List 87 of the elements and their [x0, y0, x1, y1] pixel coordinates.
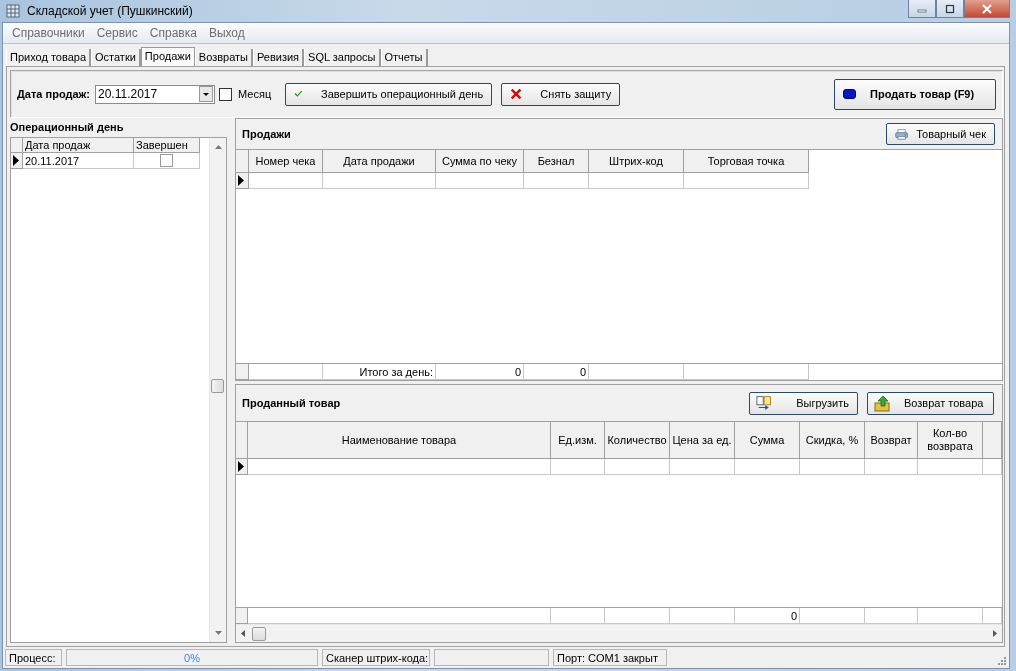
scroll-thumb[interactable] [252, 626, 266, 641]
checkbox-label: Месяц [238, 88, 272, 100]
column-header[interactable]: Дата продажи [323, 150, 436, 173]
column-header[interactable]: Штрих-код [589, 150, 684, 173]
status-text: Порт: COM1 закрыт [553, 649, 667, 666]
window-title: Складской учет (Пушкинский) [27, 4, 193, 18]
remove-protection-button[interactable]: Снять защиту [501, 82, 621, 106]
finish-day-button[interactable]: Завершить операционный день [285, 82, 493, 106]
date-dropdown[interactable]: 20.11.2017 [95, 84, 215, 104]
cross-icon [510, 87, 523, 101]
menu-item[interactable]: Справка [144, 26, 204, 40]
column-header[interactable]: Дата продаж [23, 138, 134, 153]
panel-title: Продажи [242, 128, 291, 140]
scroll-up-icon[interactable] [213, 144, 223, 150]
app-icon [6, 4, 20, 18]
column-header[interactable]: Сумма по чеку [436, 150, 524, 173]
column-header[interactable]: Скидка, % [800, 422, 865, 459]
panel-title: Проданный товар [242, 397, 341, 409]
column-header[interactable]: Ед.изм. [551, 422, 605, 459]
square-icon [843, 89, 856, 99]
table-cell [670, 608, 735, 624]
box-arrow-icon [874, 394, 892, 412]
column-header[interactable]: Наименование товара [248, 422, 551, 459]
menu-item[interactable]: Выход [203, 26, 252, 40]
tab[interactable]: Отчеты [380, 49, 428, 66]
menu-item[interactable]: Сервис [91, 26, 145, 40]
table-cell: 0 [524, 364, 589, 380]
column-header[interactable]: Безнал [524, 150, 589, 173]
column-header[interactable]: Торговая точка [684, 150, 809, 173]
column-header[interactable]: Завершен [134, 138, 200, 153]
column-header[interactable]: Количество [605, 422, 670, 459]
table-cell [551, 459, 605, 475]
document-arrow-icon [756, 395, 773, 411]
scroll-thumb[interactable] [211, 379, 225, 393]
receipt-button[interactable]: Товарный чек [886, 123, 995, 145]
column-header[interactable]: Возврат [865, 422, 918, 459]
horizontal-scrollbar[interactable] [236, 624, 1002, 642]
maximize-button[interactable] [936, 0, 964, 18]
status-label: Процесс: [5, 649, 62, 666]
scroll-right-icon[interactable] [992, 629, 998, 638]
row-header[interactable] [236, 459, 248, 475]
column-header[interactable]: Кол-во возврата [918, 422, 983, 459]
tab[interactable]: Ревизия [252, 49, 305, 66]
tab[interactable]: Возвраты [194, 49, 253, 66]
resize-grip-icon [996, 655, 1006, 665]
progress-bar: 0% [66, 649, 318, 666]
status-label: Сканер штрих-кода: [322, 649, 430, 666]
scroll-left-icon[interactable] [240, 629, 246, 638]
checkbox[interactable] [160, 154, 173, 167]
table-cell [605, 459, 670, 475]
close-icon [981, 3, 993, 14]
tab[interactable]: Приход товара [6, 49, 91, 66]
table-cell [605, 608, 670, 624]
table-cell [918, 459, 983, 475]
menu-item[interactable]: Справочники [7, 26, 92, 40]
row-header[interactable] [236, 173, 249, 189]
panel-title: Операционный день [10, 121, 124, 133]
table-cell [670, 459, 735, 475]
table-cell [735, 459, 800, 475]
export-button[interactable]: Выгрузить [749, 391, 858, 415]
return-goods-button[interactable]: Возврат товара [867, 391, 994, 415]
column-header[interactable]: Номер чека [249, 150, 323, 173]
table-cell [800, 459, 865, 475]
column-header[interactable]: Сумма [735, 422, 800, 459]
close-button[interactable] [964, 0, 1010, 18]
date-label: Дата продаж: [17, 88, 90, 100]
caret-icon [199, 86, 213, 102]
table-cell: 0 [436, 364, 524, 380]
printer-icon [895, 126, 909, 142]
checkbox[interactable] [219, 87, 232, 101]
table-cell [865, 608, 918, 624]
tab[interactable]: SQL запросы [304, 49, 381, 66]
column-header[interactable]: Цена за ед. [670, 422, 735, 459]
table-cell [524, 173, 589, 189]
tab[interactable]: Продажи [140, 47, 195, 67]
row-header[interactable] [11, 153, 23, 169]
table-cell [551, 608, 605, 624]
table-cell [918, 608, 983, 624]
vertical-scrollbar[interactable] [209, 138, 227, 642]
sell-button[interactable]: Продать товар (F9) [834, 78, 996, 110]
table-cell: 0 [735, 608, 800, 624]
table-cell: 20.11.2017 [23, 153, 134, 169]
totals-label: Итого за день: [323, 364, 436, 380]
scroll-down-icon[interactable] [213, 630, 223, 636]
table-cell [800, 608, 865, 624]
maximize-icon [945, 3, 955, 14]
table-cell [865, 459, 918, 475]
